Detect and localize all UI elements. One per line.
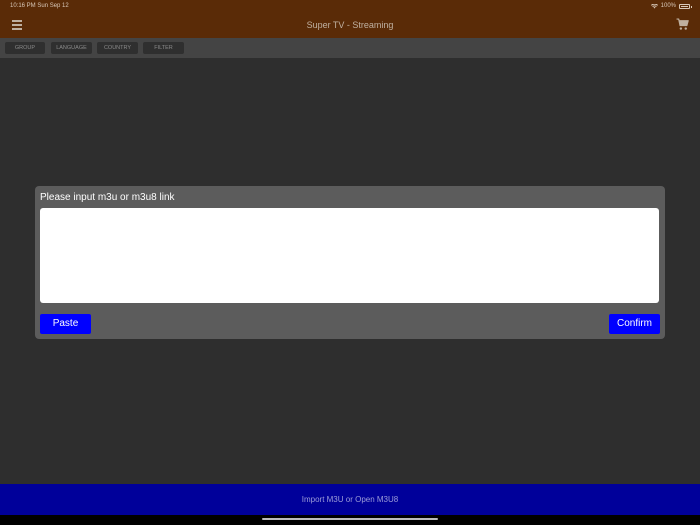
- battery-icon: [679, 3, 692, 9]
- paste-button[interactable]: Paste: [40, 314, 91, 334]
- confirm-button[interactable]: Confirm: [609, 314, 660, 334]
- home-indicator[interactable]: [262, 518, 438, 520]
- status-indicators: 100%: [650, 0, 692, 12]
- dialog-title: Please input m3u or m3u8 link: [40, 192, 175, 203]
- m3u-link-input[interactable]: [40, 208, 659, 303]
- filter-button[interactable]: FILTER: [143, 42, 184, 54]
- status-bar: 10:16 PM Sun Sep 12 100%: [0, 0, 700, 12]
- app-screen: 10:16 PM Sun Sep 12 100% Super TV - Stre…: [0, 0, 700, 525]
- shopping-cart-icon[interactable]: [676, 18, 689, 31]
- country-filter-button[interactable]: COUNTRY: [97, 42, 138, 54]
- m3u-link-dialog: Please input m3u or m3u8 link Paste Conf…: [35, 186, 665, 339]
- home-indicator-area: [0, 515, 700, 525]
- filter-bar: GROUP LANGUAGE COUNTRY FILTER: [0, 38, 700, 58]
- wifi-icon: [650, 3, 658, 8]
- language-filter-button[interactable]: LANGUAGE: [51, 42, 92, 54]
- battery-percentage: 100%: [660, 3, 676, 9]
- app-title: Super TV - Streaming: [306, 20, 394, 30]
- status-time-date: 10:16 PM Sun Sep 12: [10, 3, 69, 9]
- group-filter-button[interactable]: GROUP: [5, 42, 45, 54]
- navigation-bar: Super TV - Streaming: [0, 12, 700, 38]
- import-m3u-button[interactable]: Import M3U or Open M3U8: [0, 484, 700, 515]
